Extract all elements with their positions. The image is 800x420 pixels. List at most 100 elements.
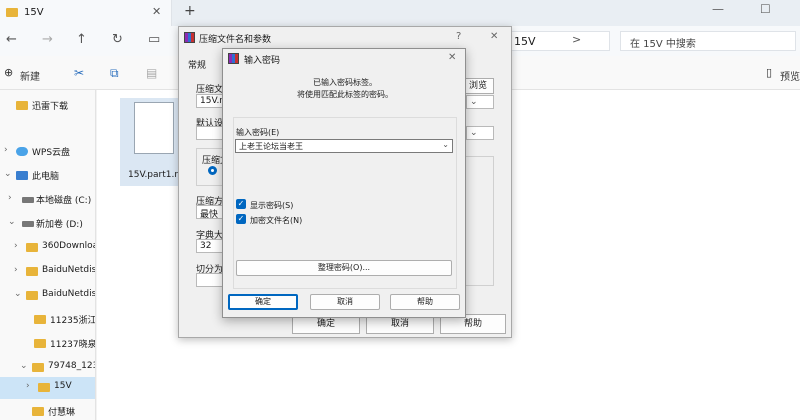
folder-icon <box>26 243 38 252</box>
chevron-right-icon[interactable]: › <box>14 241 18 251</box>
show-password-label[interactable]: 显示密码(S) <box>250 200 293 211</box>
copy-icon[interactable]: ⧉ <box>110 66 119 81</box>
chevron-down-icon[interactable]: ⌄ <box>20 361 28 371</box>
password-input[interactable]: 上老王论坛当老王 ⌄ <box>235 139 453 153</box>
refresh-icon[interactable]: ↻ <box>112 32 123 47</box>
address-current[interactable]: 15V <box>514 35 536 48</box>
radio-rar[interactable] <box>208 166 217 175</box>
password-dialog: 已输入密码标签。 将使用匹配此标签的密码。 <box>222 48 466 318</box>
drive-icon <box>22 221 34 227</box>
update-mode-select[interactable]: ⌄ <box>466 95 494 109</box>
sidebar-item-label: 本地磁盘 (C:) <box>36 196 92 206</box>
sidebar-item-label: 付慧琳 <box>48 408 76 418</box>
folder-icon <box>26 291 38 300</box>
tab-15v[interactable]: 15V ✕ <box>0 0 172 26</box>
winrar-icon <box>184 32 195 43</box>
sidebar-item-label: 360Downloads <box>42 241 95 251</box>
folder-icon <box>34 339 46 348</box>
up-arrow-icon[interactable]: ↑ <box>76 32 87 47</box>
sidebar-item[interactable]: ⌄ 此电脑 <box>0 166 95 186</box>
sidebar-item[interactable]: ⌄ 79748_123 <box>0 358 96 378</box>
options-select[interactable]: ⌄ <box>466 126 494 140</box>
chevron-down-icon[interactable]: ⌄ <box>4 169 12 179</box>
navigation-pane: 迅雷下载 › WPS云盘 ⌄ 此电脑 › 本地磁盘 (C:) ⌄ 新加卷 (D:… <box>0 90 96 420</box>
sidebar-item-label: WPS云盘 <box>32 148 71 158</box>
sidebar-item[interactable]: 迅雷下载 <box>0 96 95 116</box>
drive-icon <box>22 197 34 203</box>
sidebar-item-label: 11235浙江 <box>50 316 96 326</box>
folder-icon <box>6 8 18 17</box>
paste-icon[interactable]: ▤ <box>146 66 157 80</box>
sidebar-item[interactable]: › 本地磁盘 (C:) <box>0 190 95 210</box>
chevron-right-icon[interactable]: › <box>8 193 12 203</box>
sidebar-item[interactable]: › WPS云盘 <box>0 142 95 162</box>
chevron-right-icon[interactable]: › <box>14 265 18 275</box>
help-icon[interactable]: ? <box>456 31 461 42</box>
sidebar-item-selected[interactable]: › 15V <box>0 377 95 399</box>
sidebar-item[interactable]: 11235浙江 <box>0 310 96 330</box>
minimize-icon[interactable]: — <box>712 2 724 16</box>
sidebar-item[interactable]: › BaiduNetdiskDownload <box>0 262 96 282</box>
encrypt-names-checkbox[interactable]: ✓ <box>236 214 246 224</box>
password-label: 输入密码(E) <box>236 128 280 137</box>
tab-general[interactable]: 常规 <box>188 58 206 71</box>
chevron-right-icon[interactable]: › <box>26 381 30 391</box>
preview-button[interactable]: 预览 <box>780 68 800 83</box>
new-tab-button[interactable]: + <box>184 3 196 19</box>
profiles-button[interactable] <box>196 126 224 140</box>
new-button[interactable]: 新建 <box>20 68 40 83</box>
method-select[interactable]: 最快 <box>196 205 224 219</box>
sidebar-item[interactable]: ⌄ 新加卷 (D:) <box>0 214 95 234</box>
organize-passwords-button[interactable]: 整理密码(O)... <box>236 260 452 276</box>
encrypt-names-label[interactable]: 加密文件名(N) <box>250 215 302 226</box>
info-line-1: 已输入密码标签。 <box>313 78 377 87</box>
close-icon[interactable]: ✕ <box>490 31 498 42</box>
forward-arrow-icon[interactable]: → <box>42 32 53 47</box>
chevron-right-icon[interactable]: › <box>4 145 8 155</box>
show-password-checkbox[interactable]: ✓ <box>236 199 246 209</box>
sidebar-item-label: 11237晓泉 <box>50 340 96 350</box>
sidebar-item[interactable]: 11237晓泉 <box>0 334 96 354</box>
preview-pane-icon[interactable]: ▯ <box>766 66 772 79</box>
sidebar-item-label: 15V <box>54 381 72 391</box>
options-group <box>462 156 494 286</box>
cut-icon[interactable]: ✂ <box>74 66 84 80</box>
sidebar-item[interactable]: 付慧琳 <box>0 402 95 420</box>
help-button[interactable]: 帮助 <box>390 294 460 310</box>
folder-icon <box>32 407 44 416</box>
info-line-2: 将使用匹配此标签的密码。 <box>297 90 393 99</box>
file-icon <box>134 102 174 154</box>
view-icon[interactable]: ▭ <box>148 32 160 47</box>
cloud-icon <box>16 147 28 156</box>
sidebar-item-label: 新加卷 (D:) <box>36 220 83 230</box>
back-arrow-icon[interactable]: ← <box>6 32 17 47</box>
ok-button[interactable]: 确定 <box>228 294 298 310</box>
search-placeholder: 在 15V 中搜索 <box>630 39 696 50</box>
sidebar-item[interactable]: ⌄ BaiduNetdisk <box>0 286 95 306</box>
folder-icon <box>32 363 44 372</box>
dict-size-select[interactable]: 32 <box>196 239 224 253</box>
folder-icon <box>16 101 28 110</box>
tab-close-icon[interactable]: ✕ <box>152 5 161 18</box>
chevron-right-icon[interactable]: > <box>572 33 581 46</box>
cancel-button[interactable]: 取消 <box>310 294 380 310</box>
tab-bar: 15V ✕ + — ☐ <box>0 0 800 26</box>
chevron-down-icon[interactable]: ⌄ <box>442 140 449 149</box>
password-value: 上老王论坛当老王 <box>239 142 303 151</box>
chevron-down-icon[interactable]: ⌄ <box>14 289 22 299</box>
folder-icon <box>26 267 38 276</box>
sidebar-item[interactable]: › 360Downloads <box>0 238 95 258</box>
sidebar-item-label: 迅雷下载 <box>32 102 69 112</box>
folder-icon <box>34 315 46 324</box>
new-icon[interactable]: ⊕ <box>4 66 13 79</box>
tab-title: 15V <box>24 7 44 18</box>
password-dialog-title: 输入密码 <box>244 56 281 66</box>
sidebar-item-label: BaiduNetdiskDownload <box>42 265 96 275</box>
chevron-down-icon[interactable]: ⌄ <box>8 217 16 227</box>
archive-format-label: 压缩文件格式 <box>202 156 222 166</box>
archive-dialog-title: 压缩文件名和参数 <box>199 35 272 45</box>
maximize-icon[interactable]: ☐ <box>760 2 771 16</box>
sidebar-item-label: 79748_123 <box>48 361 96 371</box>
close-icon[interactable]: ✕ <box>448 52 456 63</box>
split-input[interactable] <box>196 273 224 287</box>
